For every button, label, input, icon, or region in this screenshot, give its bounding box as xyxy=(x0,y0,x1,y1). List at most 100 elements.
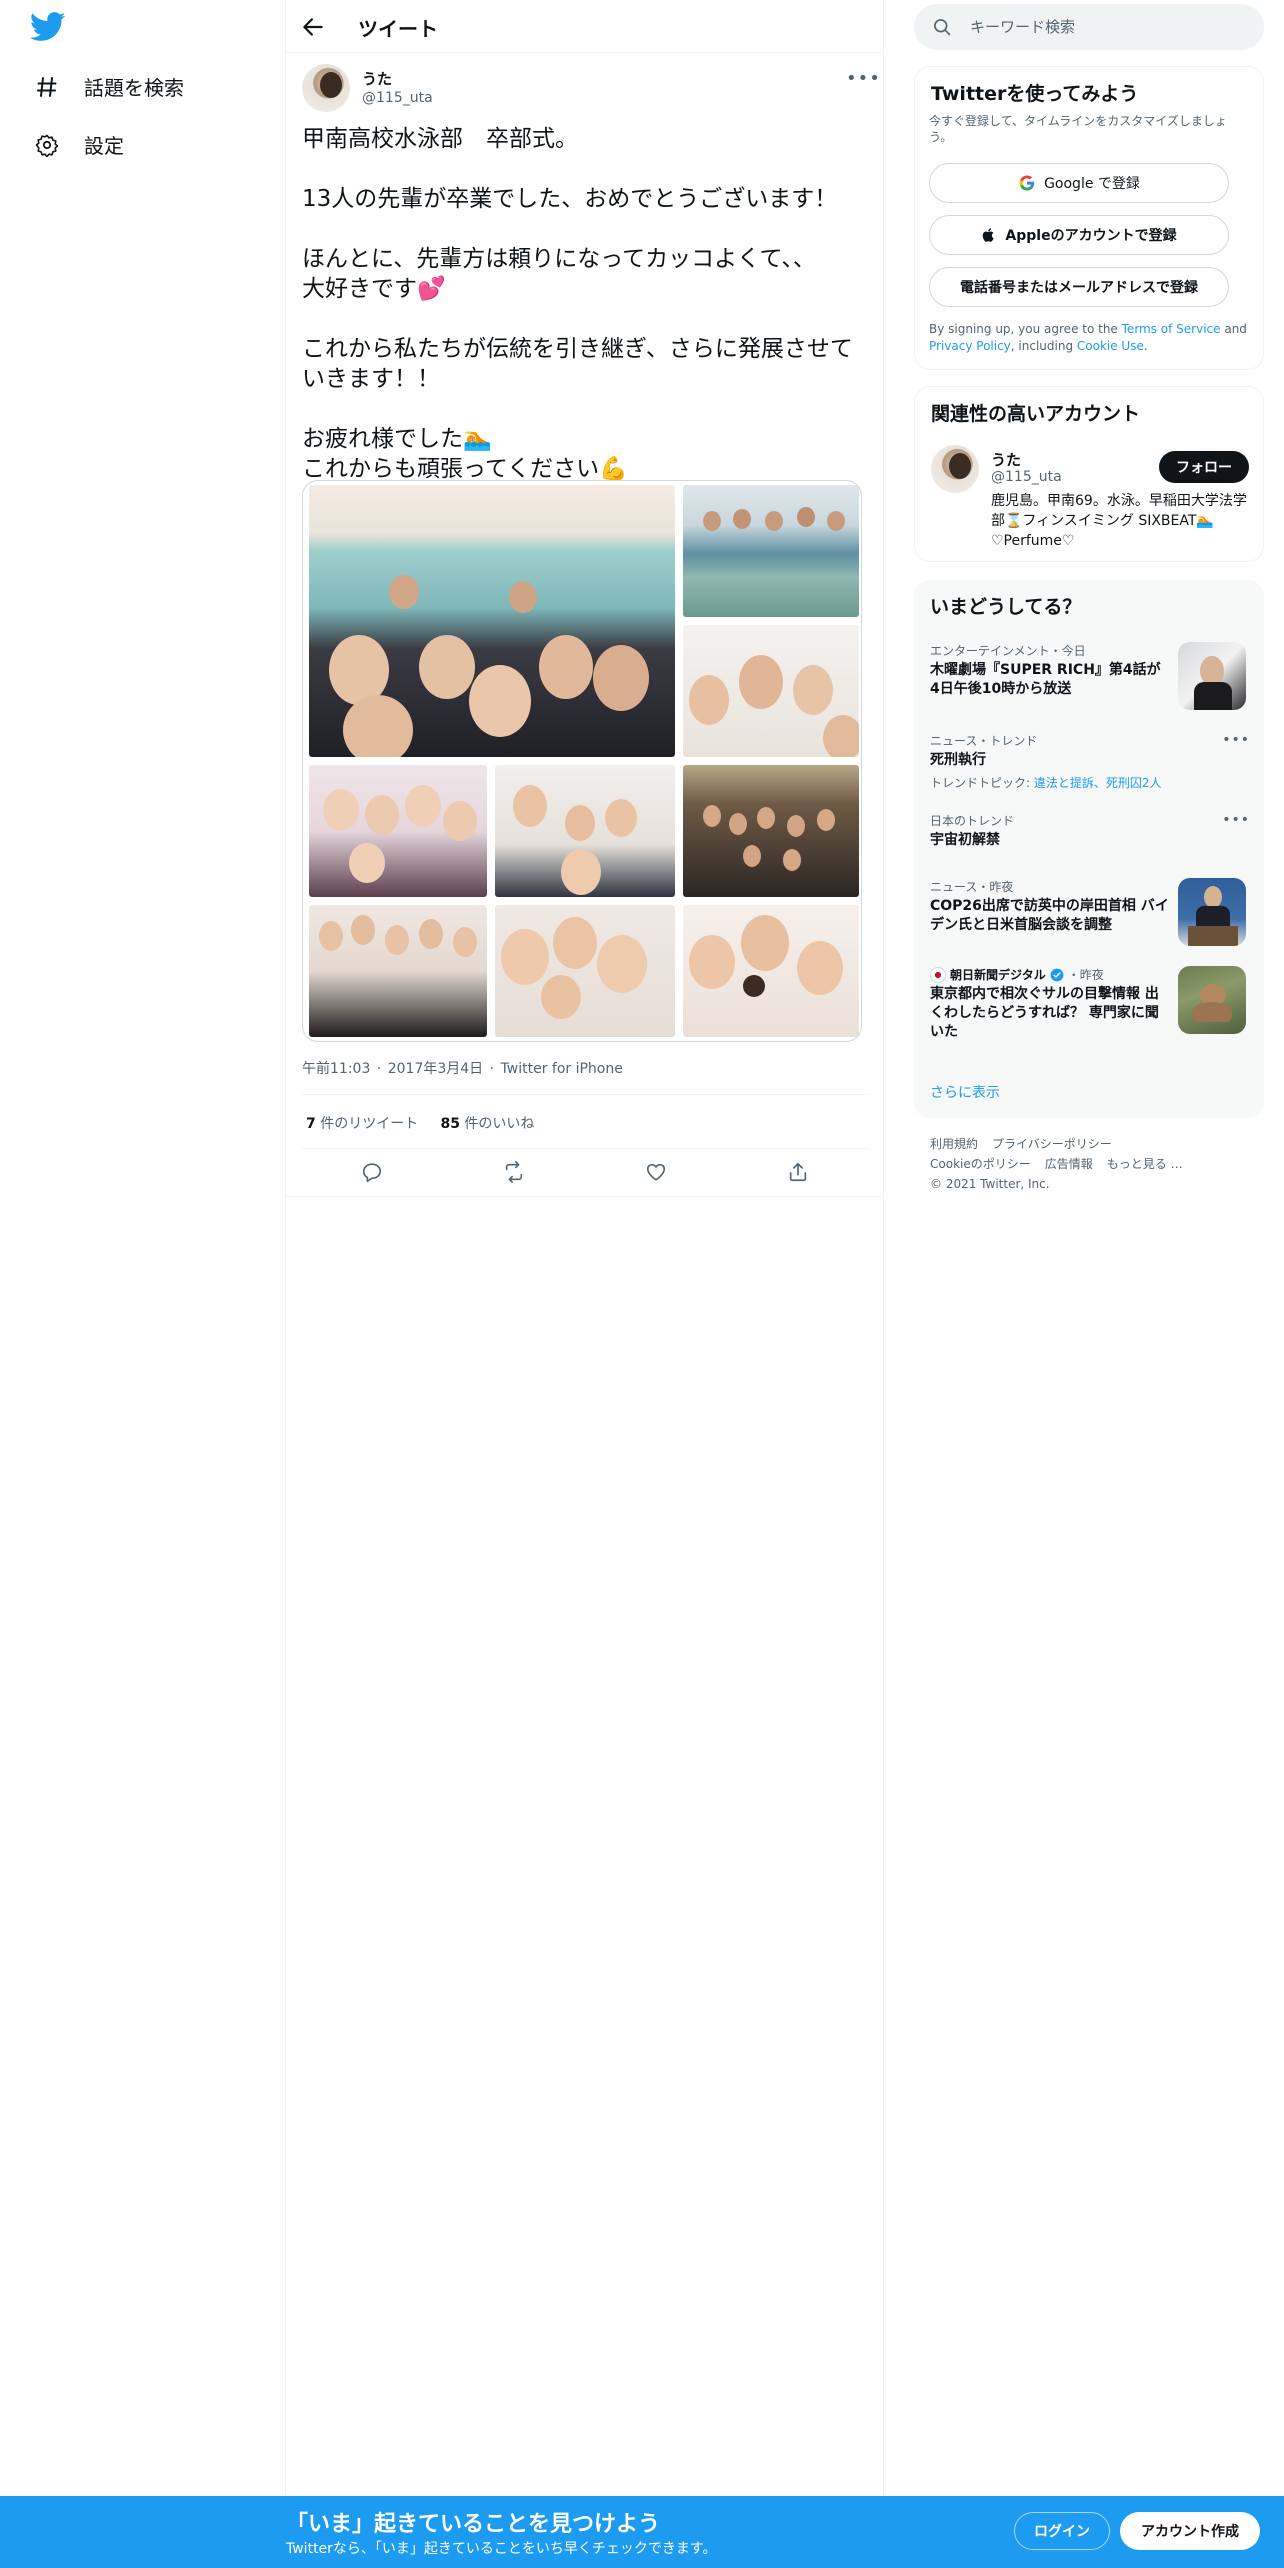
hashtag-icon xyxy=(34,74,60,100)
retweets-stat[interactable]: 7 件のリツイート xyxy=(306,1116,418,1132)
nav-explore-label: 話題を検索 xyxy=(84,76,184,100)
likes-count: 85 xyxy=(440,1116,460,1132)
signup-subtitle: 今すぐ登録して、タイムラインをカスタマイズしましょう。 xyxy=(929,114,1227,144)
back-arrow-icon[interactable] xyxy=(300,14,326,40)
phone-email-signup-label: 電話番号またはメールアドレスで登録 xyxy=(960,280,1198,296)
trend-context: ニュース・トレンド xyxy=(930,734,1038,748)
likes-stat[interactable]: 85 件のいいね xyxy=(440,1116,534,1132)
trend-item[interactable]: ニュース・トレンド 死刑執行 トレンドトピック: 違法と提訴、死刑囚2人 ••• xyxy=(930,732,1250,791)
terms-of-service-link[interactable]: Terms of Service xyxy=(1122,322,1221,336)
tweet-date[interactable]: 2017年3月4日 xyxy=(388,1061,483,1077)
tweet-time[interactable]: 午前11:03 xyxy=(302,1061,370,1077)
tweet-photo[interactable] xyxy=(683,765,859,897)
photo-gallery xyxy=(302,480,862,1042)
likes-label: 件のいいね xyxy=(464,1116,535,1132)
google-signup-button[interactable]: Google で登録 xyxy=(929,163,1229,203)
tweet-text: 甲南高校水泳部 卒部式。 13人の先輩が卒業でした、おめでとうございます！ ほん… xyxy=(302,126,853,482)
follow-button[interactable]: フォロー xyxy=(1159,451,1249,483)
tweet-photo[interactable] xyxy=(495,765,675,897)
cookie-use-link[interactable]: Cookie Use xyxy=(1077,339,1144,353)
related-avatar[interactable] xyxy=(931,445,979,493)
tweet-source[interactable]: Twitter for iPhone xyxy=(501,1061,623,1077)
copyright: © 2021 Twitter, Inc. xyxy=(930,1177,1050,1191)
more-options-icon[interactable]: ••• xyxy=(1222,812,1250,828)
legal-text: and xyxy=(1220,322,1247,336)
related-accounts-card: 関連性の高いアカウント うた @115_uta フォロー 鹿児島。甲南69。水泳… xyxy=(914,386,1264,562)
author-handle[interactable]: @115_uta xyxy=(362,90,433,106)
google-logo-icon xyxy=(1018,174,1036,192)
nav-settings-label: 設定 xyxy=(84,134,124,158)
tweet-photo[interactable] xyxy=(309,765,487,897)
tweet-photo[interactable] xyxy=(683,905,859,1037)
tweet-photo[interactable] xyxy=(309,905,487,1037)
tweet-photo[interactable] xyxy=(495,905,675,1037)
tweet-photo[interactable] xyxy=(309,485,675,757)
trend-thumbnail xyxy=(1178,642,1246,710)
legal-text: , including xyxy=(1010,339,1077,353)
tweet-header: ツイート xyxy=(286,0,884,53)
more-link[interactable]: もっと見る … xyxy=(1107,1157,1183,1171)
meta-separator: · xyxy=(372,1061,386,1077)
related-bio: 鹿児島。甲南69。水泳。早稲田大学法学部⌛フィンスイミング SIXBEAT🏊♡P… xyxy=(991,493,1247,549)
privacy-link[interactable]: プライバシーポリシー xyxy=(992,1137,1112,1151)
terms-link[interactable]: 利用規約 xyxy=(930,1137,978,1151)
signup-title: Twitterを使ってみよう xyxy=(931,83,1139,105)
trend-subtopic-prefix: トレンドトピック: xyxy=(930,776,1034,790)
tweet-meta: 午前11:03 · 2017年3月4日 · Twitter for iPhone xyxy=(302,1058,625,1078)
meta-separator: · xyxy=(485,1061,499,1077)
retweets-count: 7 xyxy=(306,1116,316,1132)
google-signup-label: Google で登録 xyxy=(1044,176,1140,192)
trend-subtopic-link[interactable]: 違法と提訴、死刑囚2人 xyxy=(1034,776,1162,790)
trend-subtopic: トレンドトピック: 違法と提訴、死刑囚2人 xyxy=(930,774,1250,791)
apple-signup-button[interactable]: Appleのアカウントで登録 xyxy=(929,215,1229,255)
left-navigation: 話題を検索 設定 xyxy=(0,0,286,2568)
main-column: ツイート うた @115_uta ••• 甲南高校水泳部 卒部式。 13人の先輩… xyxy=(286,0,884,2496)
more-options-icon[interactable]: ••• xyxy=(846,68,881,89)
author-name[interactable]: うた xyxy=(362,68,392,89)
ads-info-link[interactable]: 広告情報 xyxy=(1045,1157,1093,1171)
asahi-logo-icon xyxy=(930,966,946,983)
divider xyxy=(302,1148,868,1149)
cookie-policy-link[interactable]: Cookieのポリシー xyxy=(930,1157,1031,1171)
apple-logo-icon xyxy=(981,226,997,244)
gear-icon xyxy=(34,132,60,158)
login-button[interactable]: ログイン xyxy=(1014,2512,1110,2550)
related-title: 関連性の高いアカウント xyxy=(931,403,1141,425)
trends-title: いまどうしてる？ xyxy=(930,596,1082,618)
trend-thumbnail xyxy=(1178,966,1246,1034)
nav-settings[interactable]: 設定 xyxy=(34,130,124,159)
divider xyxy=(302,1094,868,1095)
create-account-button[interactable]: アカウント作成 xyxy=(1120,2512,1260,2550)
verified-badge-icon xyxy=(1050,968,1064,982)
trend-context-time: ・昨夜 xyxy=(1067,968,1104,982)
tweet-stats: 7 件のリツイート 85 件のいいね xyxy=(306,1113,534,1133)
reply-icon[interactable] xyxy=(358,1158,386,1186)
signup-card: Twitterを使ってみよう 今すぐ登録して、タイムラインをカスタマイズしましょ… xyxy=(914,66,1264,370)
share-icon[interactable] xyxy=(784,1158,812,1186)
retweet-icon[interactable] xyxy=(500,1158,528,1186)
show-more-link[interactable]: さらに表示 xyxy=(930,1082,1000,1102)
trend-context: 日本のトレンド xyxy=(930,814,1015,828)
trend-context: 朝日新聞デジタル xyxy=(950,968,1046,982)
legal-text: . xyxy=(1143,339,1148,353)
page-title: ツイート xyxy=(358,17,438,41)
legal-text: By signing up, you agree to the xyxy=(929,322,1122,336)
like-heart-icon[interactable] xyxy=(642,1158,670,1186)
related-name[interactable]: うた xyxy=(991,449,1021,470)
twitter-bird-icon[interactable] xyxy=(30,12,66,46)
trend-headline: 宇宙初解禁 xyxy=(930,832,1000,848)
more-options-icon[interactable]: ••• xyxy=(1222,732,1250,748)
trend-headline: COP26出席で訪英中の岸田首相 バイデン氏と日米首脳会談を調整 xyxy=(930,898,1169,933)
tweet-photo[interactable] xyxy=(683,485,859,617)
author-avatar[interactable] xyxy=(302,64,350,112)
nav-explore[interactable]: 話題を検索 xyxy=(34,72,184,101)
bottom-bar-subtitle: Twitterなら、「いま」起きていることをいち早くチェックできます。 xyxy=(286,2541,717,2557)
tweet-photo[interactable] xyxy=(683,625,859,757)
phone-email-signup-button[interactable]: 電話番号またはメールアドレスで登録 xyxy=(929,267,1229,307)
search-input[interactable] xyxy=(970,4,1250,50)
privacy-policy-link[interactable]: Privacy Policy xyxy=(929,339,1011,353)
search-icon xyxy=(932,17,952,37)
trend-item[interactable]: 日本のトレンド 宇宙初解禁 ••• xyxy=(930,812,1250,850)
related-handle[interactable]: @115_uta xyxy=(991,469,1062,485)
retweets-label: 件のリツイート xyxy=(320,1116,419,1132)
